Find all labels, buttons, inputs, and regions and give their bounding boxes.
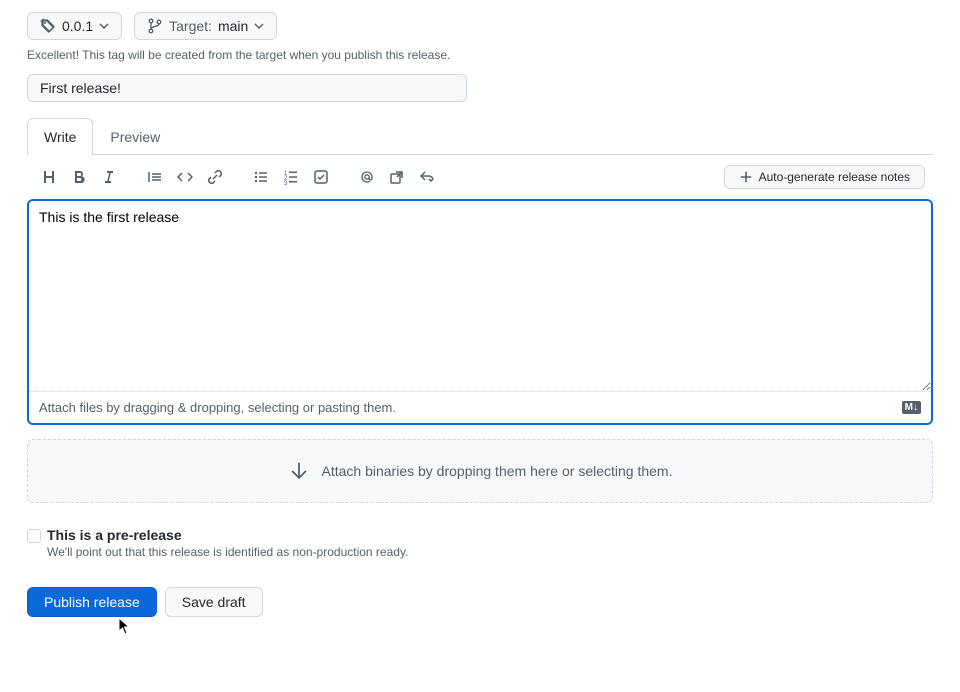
tag-version-dropdown[interactable]: 0.0.1 bbox=[27, 12, 122, 40]
release-title-input[interactable] bbox=[27, 74, 467, 102]
tag-icon bbox=[40, 18, 56, 34]
italic-button[interactable] bbox=[95, 163, 123, 191]
chevron-down-icon bbox=[254, 21, 264, 31]
prerelease-checkbox[interactable] bbox=[27, 529, 41, 543]
markdown-icon[interactable]: M↓ bbox=[902, 401, 921, 414]
prerelease-hint: We'll point out that this release is ide… bbox=[47, 545, 408, 559]
editor-toolbar: 123 Auto-generate release notes bbox=[27, 155, 933, 199]
heading-button[interactable] bbox=[35, 163, 63, 191]
attach-hint[interactable]: Attach files by dragging & dropping, sel… bbox=[39, 400, 396, 415]
mention-button[interactable] bbox=[353, 163, 381, 191]
unordered-list-button[interactable] bbox=[247, 163, 275, 191]
target-label: Target: bbox=[169, 18, 212, 34]
auto-generate-button[interactable]: Auto-generate release notes bbox=[724, 165, 925, 189]
release-description-textarea[interactable] bbox=[29, 201, 931, 391]
prerelease-title: This is a pre-release bbox=[47, 527, 408, 543]
ordered-list-button[interactable]: 123 bbox=[277, 163, 305, 191]
mouse-cursor-icon bbox=[118, 617, 132, 635]
tab-preview[interactable]: Preview bbox=[93, 118, 177, 155]
publish-release-button[interactable]: Publish release bbox=[27, 587, 157, 617]
auto-generate-label: Auto-generate release notes bbox=[759, 170, 910, 184]
chevron-down-icon bbox=[99, 21, 109, 31]
svg-text:3: 3 bbox=[284, 181, 288, 185]
bold-button[interactable] bbox=[65, 163, 93, 191]
git-branch-icon bbox=[147, 18, 163, 34]
tag-version-label: 0.0.1 bbox=[62, 18, 93, 34]
arrow-down-icon bbox=[288, 460, 310, 482]
tab-write[interactable]: Write bbox=[27, 118, 93, 155]
plus-icon bbox=[739, 170, 753, 184]
binary-dropzone[interactable]: Attach binaries by dropping them here or… bbox=[27, 439, 933, 503]
reply-button[interactable] bbox=[413, 163, 441, 191]
target-branch-dropdown[interactable]: Target: main bbox=[134, 12, 277, 40]
code-button[interactable] bbox=[171, 163, 199, 191]
cross-reference-button[interactable] bbox=[383, 163, 411, 191]
dropzone-text: Attach binaries by dropping them here or… bbox=[322, 463, 673, 479]
target-value: main bbox=[218, 18, 248, 34]
link-button[interactable] bbox=[201, 163, 229, 191]
save-draft-button[interactable]: Save draft bbox=[165, 587, 263, 617]
quote-button[interactable] bbox=[141, 163, 169, 191]
tasklist-button[interactable] bbox=[307, 163, 335, 191]
tag-hint-text: Excellent! This tag will be created from… bbox=[27, 48, 933, 62]
